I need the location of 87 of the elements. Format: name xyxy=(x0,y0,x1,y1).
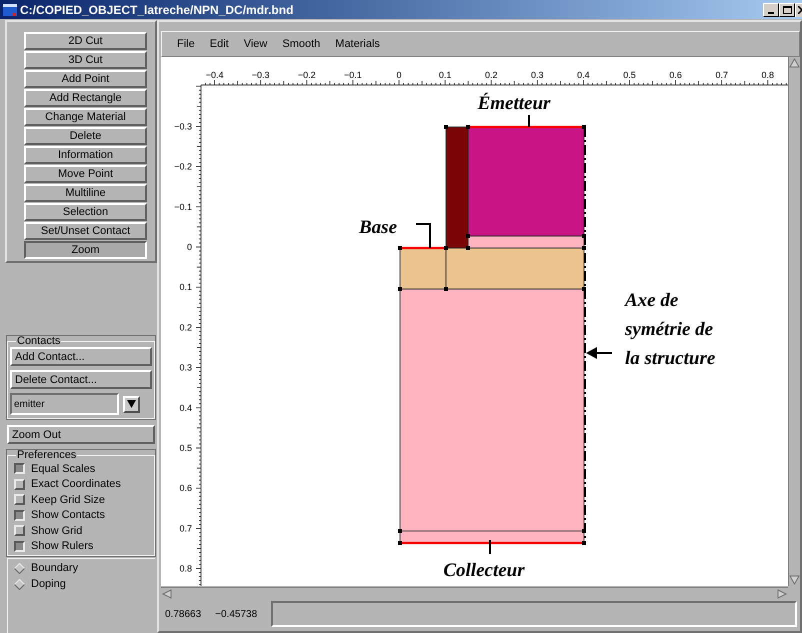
minimize-button[interactable] xyxy=(763,2,779,16)
menu-item[interactable]: Smooth xyxy=(282,36,320,52)
tick-label: −0.1 xyxy=(174,202,192,212)
tick-label: −0.2 xyxy=(174,162,192,172)
radio-label[interactable]: Doping xyxy=(31,576,66,592)
checkbox-label: Keep Grid Size xyxy=(31,492,105,508)
tick-label: 0.4 xyxy=(179,402,192,413)
command-field[interactable] xyxy=(271,601,797,627)
tool-button[interactable]: 3D Cut xyxy=(24,51,147,69)
tool-button[interactable]: Set/Unset Contact xyxy=(24,222,147,240)
menu-item[interactable]: Edit xyxy=(210,36,229,52)
window-title: C:/COPIED_OBJECT_latreche/NPN_DC/mdr.bnd xyxy=(20,2,294,18)
checkbox[interactable] xyxy=(14,540,25,552)
tick-label: 0.3 xyxy=(179,362,192,373)
contact-button[interactable]: Add Contact... xyxy=(10,347,152,366)
tool-button[interactable]: Zoom xyxy=(24,241,147,259)
tick-label: 0.6 xyxy=(669,70,682,80)
checkbox[interactable] xyxy=(14,463,25,474)
arrow xyxy=(586,347,612,359)
annotation-label: Axe de symétrie de la structure xyxy=(625,290,716,369)
annotation-label: Émetteur xyxy=(478,93,550,114)
x-coordinate: 0.78663 xyxy=(165,608,202,622)
checkbox[interactable] xyxy=(14,510,25,521)
tick-label: 0.3 xyxy=(531,70,544,80)
dropdown-value: emitter xyxy=(14,398,45,412)
leader-line xyxy=(489,540,491,554)
scroll-left-icon xyxy=(161,588,173,598)
tool-button[interactable]: Add Rectangle xyxy=(24,89,147,107)
tick-label: 0.7 xyxy=(179,523,192,534)
tool-button[interactable]: Selection xyxy=(24,203,147,221)
tool-button[interactable]: Multiline xyxy=(24,184,147,202)
tool-button[interactable]: Information xyxy=(24,146,147,164)
tick-label: −0.1 xyxy=(344,70,362,80)
radio-icon xyxy=(14,578,25,590)
tick-label: 0.1 xyxy=(438,70,452,80)
tool-button[interactable]: Add Point xyxy=(24,70,147,88)
tick-label: 0 xyxy=(396,70,402,80)
tick-label: 0.5 xyxy=(623,70,636,80)
tool-button[interactable]: Delete xyxy=(24,127,147,145)
y-coordinate: −0.45738 xyxy=(215,608,258,622)
tick-label: 0.4 xyxy=(577,70,590,80)
tick-label: −0.2 xyxy=(298,70,316,80)
group-title: Contacts xyxy=(16,336,62,347)
radio-label[interactable]: Boundary xyxy=(31,560,78,576)
tick-label: 0.5 xyxy=(179,443,192,453)
group-title: Preferences xyxy=(16,450,78,461)
scroll-right-icon xyxy=(776,588,788,598)
app-icon xyxy=(3,2,17,16)
leader-line xyxy=(528,115,530,127)
drawing-canvas[interactable]: −0.4 −0.3 −0.2 −0.1 0 0.1 0.2 0.3 0.4 0.5 0.6 0.7 0.8 −0.3 −0.2 −0.1 0 0.1 0.2 0.3 0.4 0.5 0.6 0.7 0.8 Émetteur Base Axe de symétrie de la structure Collecteur xyxy=(161,57,788,586)
maximize-icon xyxy=(782,6,792,14)
dropdown-button[interactable] xyxy=(123,396,140,412)
tick-label: −0.3 xyxy=(174,121,192,132)
zoom-out-button[interactable]: Zoom Out xyxy=(7,425,155,444)
tick-label: −0.3 xyxy=(252,70,270,80)
checkbox-label: Show Rulers xyxy=(31,539,94,554)
annotation-label: Collecteur xyxy=(443,560,525,581)
contact-button[interactable]: Delete Contact... xyxy=(10,370,152,389)
vertical-scrollbar[interactable] xyxy=(788,57,800,586)
tick-label: 0.7 xyxy=(715,70,728,80)
tool-button[interactable]: 2D Cut xyxy=(24,32,147,50)
tick-label: 0.8 xyxy=(762,70,774,80)
contact-dropdown[interactable]: emitter xyxy=(10,393,119,415)
leader-line xyxy=(416,223,431,248)
checkbox-label: Exact Coordinates xyxy=(31,477,121,492)
maximize-button[interactable] xyxy=(779,2,795,16)
tick-label: 0.2 xyxy=(179,322,192,332)
checkbox-label: Show Grid xyxy=(31,524,82,538)
tool-button[interactable]: Change Material xyxy=(24,108,147,126)
tick-label: 0 xyxy=(186,242,192,252)
tick-label: 0.1 xyxy=(179,282,192,292)
tool-button[interactable]: Move Point xyxy=(24,165,147,183)
menu-item[interactable]: File xyxy=(177,36,195,52)
annotation-label: Base xyxy=(359,217,397,238)
checkbox-label: Show Contacts xyxy=(31,508,105,523)
radio-icon xyxy=(14,562,25,574)
close-button[interactable] xyxy=(795,2,802,16)
tick-label: 0.6 xyxy=(179,483,192,494)
menu-item[interactable]: View xyxy=(244,36,268,52)
minimize-icon xyxy=(768,12,774,14)
horizontal-scrollbar[interactable] xyxy=(161,587,788,599)
tick-label: 0.8 xyxy=(179,564,192,574)
checkbox-label: Equal Scales xyxy=(31,462,96,476)
tick-label: −0.4 xyxy=(206,70,224,80)
menu-item[interactable]: Materials xyxy=(335,36,380,52)
tick-label: 0.2 xyxy=(484,70,498,80)
caret-icon xyxy=(127,400,136,408)
